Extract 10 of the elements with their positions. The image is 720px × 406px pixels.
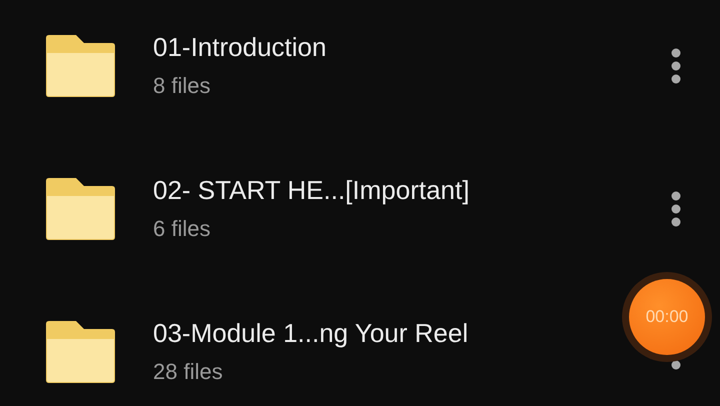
folder-name: 01-Introduction: [153, 32, 328, 63]
record-timer-button[interactable]: 00:00: [629, 279, 705, 355]
folder-icon: [44, 320, 116, 384]
folder-name: 03-Module 1...ng Your Reel: [153, 318, 470, 349]
file-count: 8 files: [153, 73, 212, 99]
folder-icon: [44, 176, 116, 240]
file-count: 28 files: [153, 359, 224, 385]
folder-name: 02- START HE...[Important]: [153, 175, 470, 206]
folder-icon: [44, 34, 116, 98]
file-count: 6 files: [153, 216, 212, 242]
